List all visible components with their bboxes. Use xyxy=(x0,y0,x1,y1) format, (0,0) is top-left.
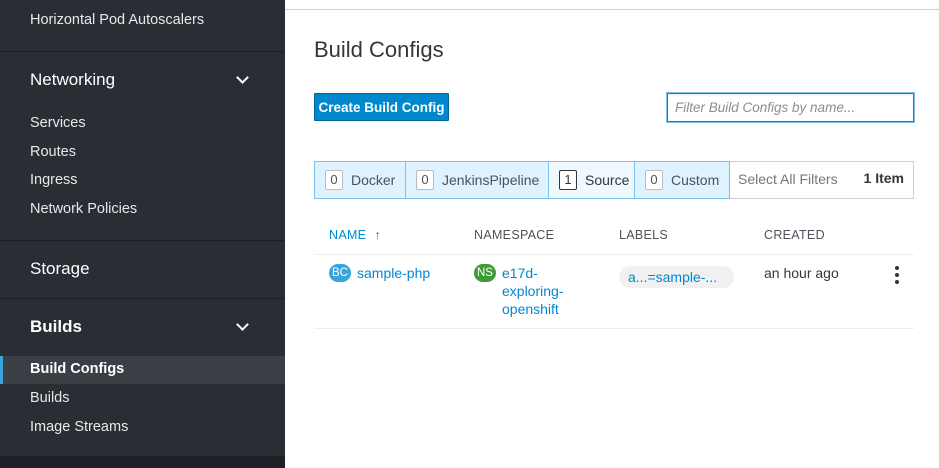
filter-toggle-docker[interactable]: 0 Docker xyxy=(314,161,406,199)
filter-count: 0 xyxy=(325,170,343,190)
filter-label: Custom xyxy=(671,172,720,188)
header-divider xyxy=(285,9,939,10)
sidebar-item-services[interactable]: Services xyxy=(30,115,86,131)
sidebar-item-label: Build Configs xyxy=(30,361,125,377)
namespace-link[interactable]: e17d-exploring-openshift xyxy=(502,264,572,318)
sidebar-divider xyxy=(0,240,285,241)
kebab-menu-icon[interactable] xyxy=(893,266,901,284)
page-title: Build Configs xyxy=(314,37,444,62)
column-header-label: NAME xyxy=(329,228,367,242)
created-timestamp: an hour ago xyxy=(764,265,839,281)
sidebar-item-ingress[interactable]: Ingress xyxy=(30,172,78,188)
table-row-name-cell: BC sample-php xyxy=(329,264,430,282)
filter-count: 0 xyxy=(645,170,663,190)
filter-toggle-custom[interactable]: 0 Custom xyxy=(634,161,730,199)
table-row-namespace-cell: NS e17d-exploring-openshift xyxy=(474,264,572,318)
column-header-namespace[interactable]: NAMESPACE xyxy=(474,228,554,242)
filter-label: Source xyxy=(585,172,630,188)
filter-input[interactable] xyxy=(667,93,914,122)
sidebar-divider xyxy=(0,298,285,299)
table-divider xyxy=(314,328,914,329)
filter-count: 1 xyxy=(559,170,577,190)
namespace-badge: NS xyxy=(474,264,496,282)
row-filter-bar: 0 Docker 0 JenkinsPipeline 1 Source 0 Cu… xyxy=(314,161,914,199)
create-build-config-button[interactable]: Create Build Config xyxy=(314,93,449,121)
column-header-created[interactable]: CREATED xyxy=(764,228,825,242)
sidebar-item-network-policies[interactable]: Network Policies xyxy=(30,201,137,217)
sidebar-section-builds[interactable]: Builds xyxy=(30,317,82,337)
item-count: 1 Item xyxy=(863,170,904,186)
build-config-badge: BC xyxy=(329,264,351,282)
sidebar-item-image-streams[interactable]: Image Streams xyxy=(30,419,128,435)
column-header-name[interactable]: NAME ↑ xyxy=(329,228,381,242)
column-header-labels[interactable]: LABELS xyxy=(619,228,668,242)
table-divider xyxy=(314,254,914,255)
build-config-link[interactable]: sample-php xyxy=(357,265,430,281)
sidebar: Horizontal Pod Autoscalers Networking Se… xyxy=(0,0,285,468)
filter-count: 0 xyxy=(416,170,434,190)
chevron-down-icon[interactable] xyxy=(236,318,249,331)
sidebar-divider xyxy=(0,456,285,468)
sidebar-section-networking[interactable]: Networking xyxy=(30,70,115,90)
sidebar-item-build-configs[interactable]: Build Configs xyxy=(0,356,285,384)
select-all-filters-link[interactable]: Select All Filters xyxy=(738,171,838,187)
filter-label: JenkinsPipeline xyxy=(442,172,540,188)
sidebar-item-horizontal-pod-autoscalers[interactable]: Horizontal Pod Autoscalers xyxy=(30,12,204,28)
filter-toggle-source[interactable]: 1 Source xyxy=(548,161,635,199)
sidebar-item-routes[interactable]: Routes xyxy=(30,144,76,160)
label-chip[interactable]: a...=sample-... xyxy=(619,266,734,288)
chevron-down-icon[interactable] xyxy=(236,71,249,84)
filter-toggle-jenkinspipeline[interactable]: 0 JenkinsPipeline xyxy=(405,161,549,199)
sidebar-item-builds[interactable]: Builds xyxy=(30,390,70,406)
sidebar-divider xyxy=(0,51,285,52)
sidebar-section-storage[interactable]: Storage xyxy=(30,259,90,279)
filter-label: Docker xyxy=(351,172,396,188)
sort-ascending-icon: ↑ xyxy=(374,228,381,242)
